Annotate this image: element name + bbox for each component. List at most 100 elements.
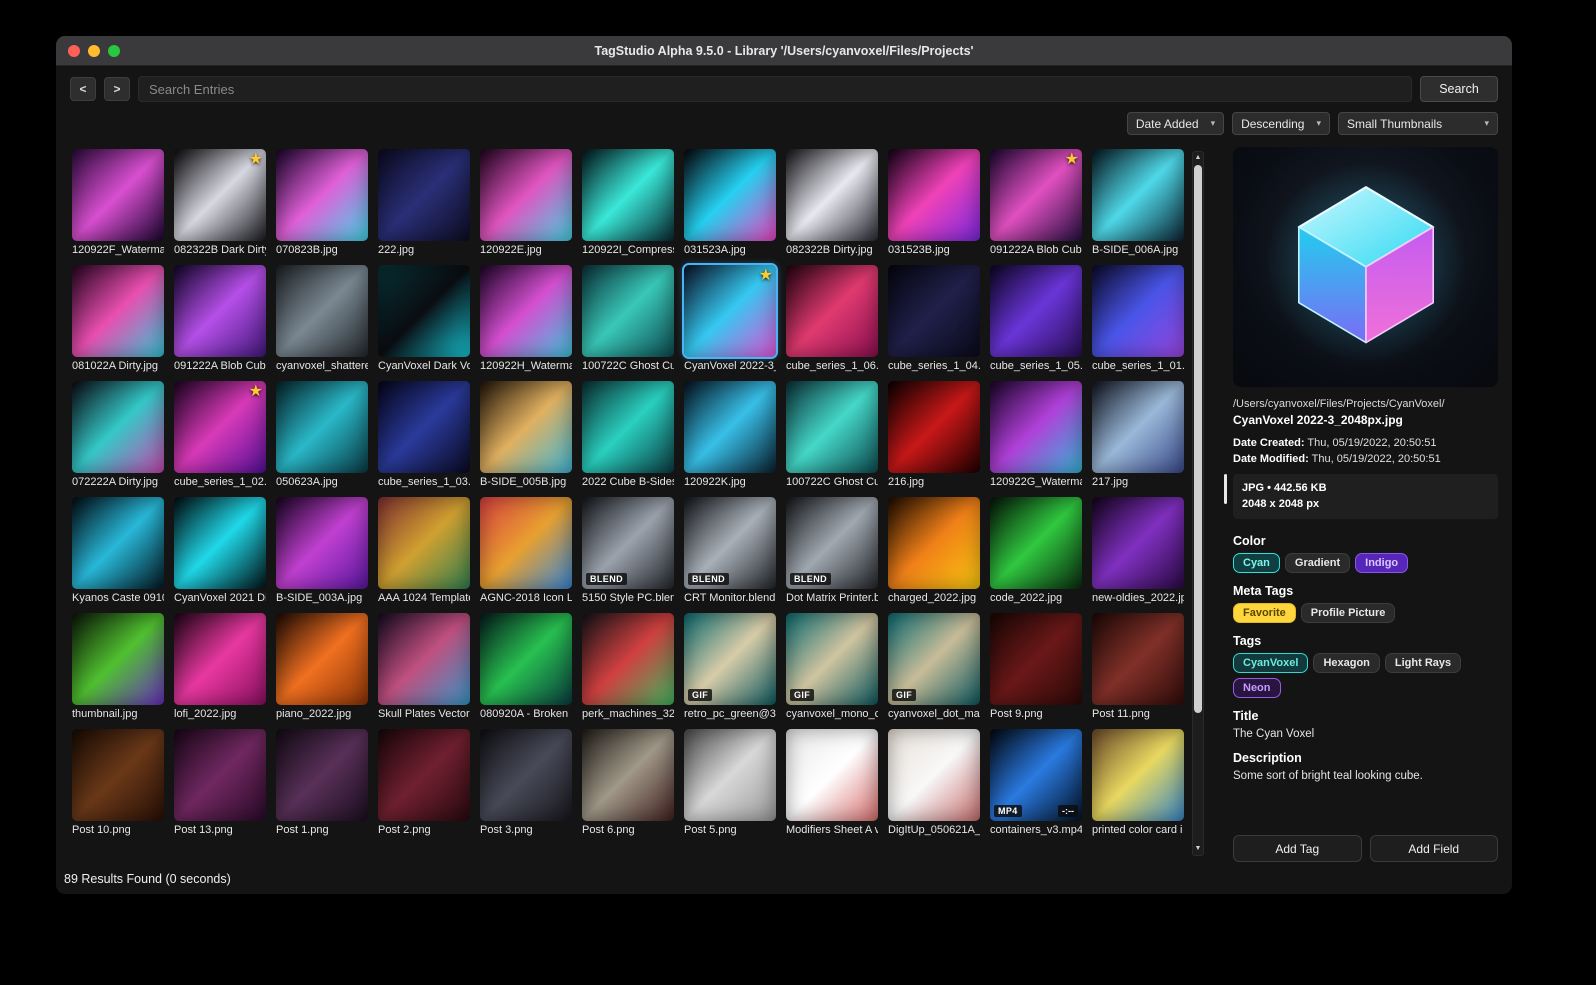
close-window-button[interactable]	[68, 44, 80, 57]
thumbnail[interactable]	[684, 729, 776, 821]
add-tag-button[interactable]: Add Tag	[1233, 835, 1362, 862]
thumbnail[interactable]	[786, 265, 878, 357]
grid-item[interactable]: Post 10.png	[72, 729, 164, 836]
thumbnail[interactable]: GIF	[684, 613, 776, 705]
thumbnail[interactable]	[888, 729, 980, 821]
thumbnail[interactable]	[276, 729, 368, 821]
grid-item[interactable]: GIF cyanvoxel_dot_mat	[888, 613, 980, 720]
thumbnail[interactable]	[990, 497, 1082, 589]
sort-direction-dropdown[interactable]: Descending ▾	[1232, 112, 1330, 135]
grid-item[interactable]: cube_series_1_04.j	[888, 265, 980, 372]
tag-pill[interactable]: Neon	[1233, 677, 1281, 698]
grid-item[interactable]: B-SIDE_003A.jpg	[276, 497, 368, 604]
thumbnail[interactable]	[72, 497, 164, 589]
thumbnail[interactable]	[480, 149, 572, 241]
thumbnail[interactable]	[174, 497, 266, 589]
scroll-down-icon[interactable]: ▼	[1195, 843, 1202, 855]
thumbnail[interactable]	[378, 265, 470, 357]
grid-item[interactable]: new-oldies_2022.jp	[1092, 497, 1184, 604]
thumbnail[interactable]	[990, 613, 1082, 705]
thumbnail[interactable]	[990, 381, 1082, 473]
zoom-window-button[interactable]	[108, 44, 120, 57]
tag-pill[interactable]: Gradient	[1284, 552, 1351, 573]
thumbnail[interactable]	[480, 497, 572, 589]
thumbnail[interactable]	[684, 381, 776, 473]
grid-item[interactable]: 120922G_Waterma	[990, 381, 1082, 488]
tag-pill[interactable]: Hexagon	[1313, 652, 1380, 673]
thumbnail[interactable]	[888, 149, 980, 241]
grid-item[interactable]: 120922K.jpg	[684, 381, 776, 488]
tag-pill[interactable]: Cyan	[1233, 552, 1280, 573]
thumbnail[interactable]	[378, 381, 470, 473]
grid-item[interactable]: BLEND 5150 Style PC.blend	[582, 497, 674, 604]
grid-item[interactable]: Skull Plates Vector	[378, 613, 470, 720]
grid-item[interactable]: Post 2.png	[378, 729, 470, 836]
grid-item[interactable]: BLEND CRT Monitor.blend	[684, 497, 776, 604]
thumbnail[interactable]	[786, 381, 878, 473]
grid-item[interactable]: 072222A Dirty.jpg	[72, 381, 164, 488]
grid-item[interactable]: 091222A Blob Cube	[174, 265, 266, 372]
thumbnail[interactable]: ★	[682, 263, 778, 359]
thumbnail[interactable]	[786, 729, 878, 821]
tag-pill[interactable]: CyanVoxel	[1233, 652, 1309, 673]
grid-item[interactable]: 082322B Dirty.jpg	[786, 149, 878, 256]
thumbnail[interactable]	[582, 729, 674, 821]
grid-item[interactable]: B-SIDE_005B.jpg	[480, 381, 572, 488]
grid-item[interactable]: 080920A - Broken I	[480, 613, 572, 720]
thumbnail[interactable]: MP4 -:--	[990, 729, 1082, 821]
grid-item[interactable]: Post 13.png	[174, 729, 266, 836]
grid-item[interactable]: CyanVoxel 2021 Dis	[174, 497, 266, 604]
grid-item[interactable]: perk_machines_32p	[582, 613, 674, 720]
grid-item[interactable]: Post 11.png	[1092, 613, 1184, 720]
grid-item[interactable]: B-SIDE_006A.jpg	[1092, 149, 1184, 256]
grid-item[interactable]: 120922F_Watermark	[72, 149, 164, 256]
tag-pill[interactable]: Indigo	[1355, 552, 1409, 573]
thumbnail[interactable]	[72, 149, 164, 241]
thumbnail[interactable]	[378, 729, 470, 821]
tag-pill[interactable]: Favorite	[1233, 602, 1296, 623]
thumbnail[interactable]	[480, 729, 572, 821]
grid-item[interactable]: 031523A.jpg	[684, 149, 776, 256]
grid-item[interactable]: 216.jpg	[888, 381, 980, 488]
thumbnail[interactable]	[582, 265, 674, 357]
grid-item[interactable]: GIF retro_pc_green@3x	[684, 613, 776, 720]
tag-pill[interactable]: Profile Picture	[1300, 602, 1396, 623]
grid-item[interactable]: Post 3.png	[480, 729, 572, 836]
search-input[interactable]	[138, 76, 1412, 102]
grid-item[interactable]: ★ 082322B Dark Dirty	[174, 149, 266, 256]
grid-item[interactable]: Post 6.png	[582, 729, 674, 836]
grid-item[interactable]: 217.jpg	[1092, 381, 1184, 488]
sort-field-dropdown[interactable]: Date Added ▾	[1126, 112, 1225, 135]
thumbnail[interactable]	[378, 497, 470, 589]
grid-item[interactable]: 120922E.jpg	[480, 149, 572, 256]
thumbnail[interactable]	[684, 149, 776, 241]
thumbnail[interactable]	[990, 265, 1082, 357]
grid-item[interactable]: lofi_2022.jpg	[174, 613, 266, 720]
thumbnail[interactable]	[72, 265, 164, 357]
thumbnail[interactable]	[276, 613, 368, 705]
grid-item[interactable]: 070823B.jpg	[276, 149, 368, 256]
thumbnail[interactable]: ★	[174, 381, 266, 473]
thumbnail[interactable]: GIF	[888, 613, 980, 705]
grid-item[interactable]: AGNC-2018 Icon Lo	[480, 497, 572, 604]
grid-item[interactable]: AAA 1024 Template	[378, 497, 470, 604]
grid-item[interactable]: CyanVoxel Dark Vox	[378, 265, 470, 372]
back-button[interactable]: <	[70, 77, 96, 101]
thumbnail[interactable]: BLEND	[582, 497, 674, 589]
thumbnail[interactable]	[72, 729, 164, 821]
thumbnail[interactable]	[888, 265, 980, 357]
thumbnail[interactable]	[888, 497, 980, 589]
grid-item[interactable]: 222.jpg	[378, 149, 470, 256]
grid-item[interactable]: GIF cyanvoxel_mono_cr	[786, 613, 878, 720]
thumbnail[interactable]	[888, 381, 980, 473]
thumbnail[interactable]	[480, 613, 572, 705]
thumbnail[interactable]	[174, 613, 266, 705]
thumbnail[interactable]	[480, 381, 572, 473]
grid-item[interactable]: Kyanos Caste 0910	[72, 497, 164, 604]
thumbnail[interactable]	[72, 381, 164, 473]
search-button[interactable]: Search	[1420, 76, 1498, 102]
grid-item[interactable]: BLEND Dot Matrix Printer.b	[786, 497, 878, 604]
grid-item[interactable]: charged_2022.jpg	[888, 497, 980, 604]
thumbnail[interactable]	[72, 613, 164, 705]
thumbnail[interactable]	[174, 729, 266, 821]
